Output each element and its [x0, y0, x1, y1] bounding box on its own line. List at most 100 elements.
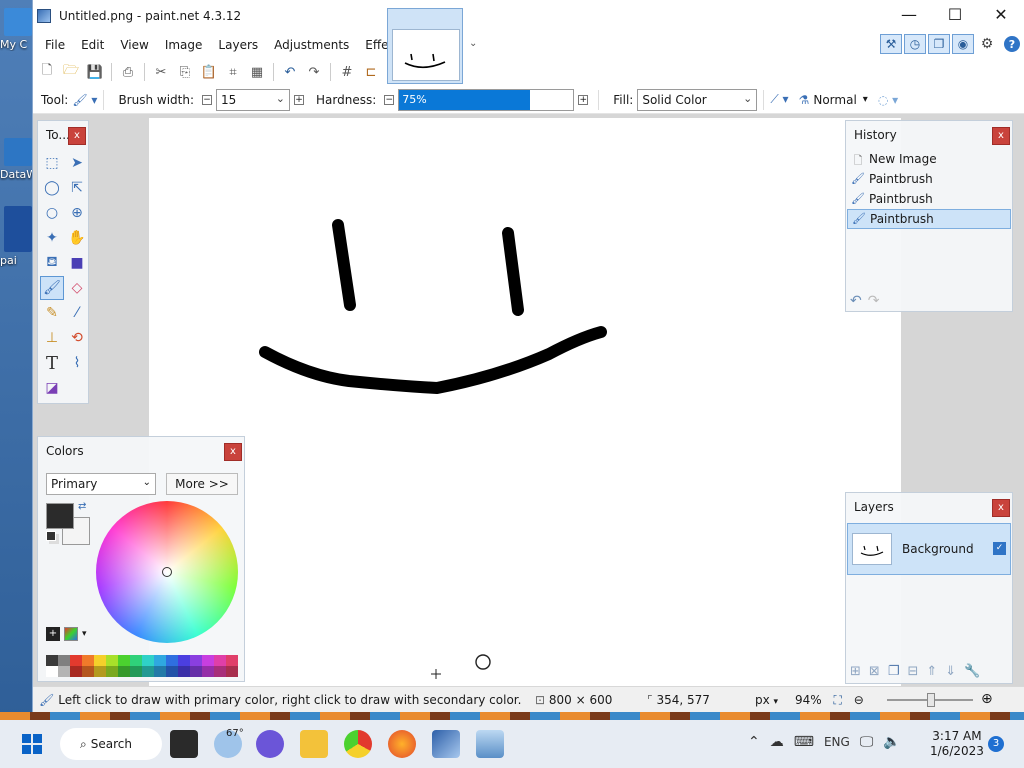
help-icon[interactable]: ?	[1004, 36, 1020, 52]
palette-swatch[interactable]	[118, 666, 130, 677]
move-layer-up-icon[interactable]: ⇑	[926, 664, 937, 679]
desktop-icon-dataw[interactable]: DataW	[0, 138, 36, 181]
palette-swatch[interactable]	[142, 655, 154, 666]
color-mode-combobox[interactable]: Primary ⌄	[46, 473, 156, 495]
photos-app-icon[interactable]	[476, 730, 504, 758]
shapes-tool-icon[interactable]: ◪	[40, 376, 64, 400]
settings-gear-icon[interactable]: ⚙	[976, 34, 998, 54]
palette-swatch[interactable]	[46, 655, 58, 666]
menu-view[interactable]: View	[112, 32, 156, 58]
palette-menu-chevron-icon[interactable]: ▾	[82, 629, 87, 639]
firefox-icon[interactable]	[388, 730, 416, 758]
paintnet-taskbar-icon[interactable]	[432, 730, 460, 758]
hardness-slider[interactable]: 75%	[398, 88, 575, 111]
palette-swatch[interactable]	[226, 655, 238, 666]
gradient-tool-icon[interactable]: ■	[65, 251, 89, 275]
paint-bucket-tool-icon[interactable]: ⛾	[40, 251, 64, 275]
fill-combobox[interactable]: Solid Color ⌄	[637, 88, 758, 111]
palette-swatch[interactable]	[94, 655, 106, 666]
colors-panel-close-button[interactable]: x	[224, 443, 242, 461]
brush-width-combobox[interactable]: 15 ⌄	[216, 88, 290, 111]
brush-width-decrease-icon[interactable]: −	[202, 94, 212, 105]
eraser-tool-icon[interactable]: ◇	[65, 276, 89, 300]
undo-icon[interactable]: ↶	[280, 62, 300, 82]
palette-swatch[interactable]	[178, 666, 190, 677]
grid-icon[interactable]: #	[337, 62, 357, 82]
recolor-tool-icon[interactable]: ⟲	[65, 326, 89, 350]
blend-mode-value[interactable]: Normal	[813, 93, 856, 107]
paste-icon[interactable]: 📋	[199, 62, 219, 82]
palette-menu-icon[interactable]	[64, 627, 78, 641]
magic-wand-tool-icon[interactable]: ✦	[40, 226, 64, 250]
brush-width-increase-icon[interactable]: +	[294, 94, 304, 105]
maximize-button[interactable]: ☐	[932, 0, 978, 32]
palette-swatch[interactable]	[166, 666, 178, 677]
zoom-out-icon[interactable]: ⊖	[854, 693, 864, 707]
palette-swatch[interactable]	[130, 655, 142, 666]
color-palette[interactable]	[46, 655, 238, 677]
palette-swatch[interactable]	[190, 655, 202, 666]
palette-swatch[interactable]	[106, 655, 118, 666]
menu-edit[interactable]: Edit	[73, 32, 112, 58]
taskbar-search[interactable]: ⌕ Search	[60, 728, 162, 760]
palette-swatch[interactable]	[154, 666, 166, 677]
ruler-icon[interactable]: ⊏	[361, 62, 381, 82]
delete-layer-icon[interactable]: ⊠	[869, 664, 880, 679]
paintbrush-tool-icon[interactable]: 🖌	[40, 276, 64, 300]
palette-swatch[interactable]	[226, 666, 238, 677]
text-tool-icon[interactable]: T	[40, 351, 64, 375]
redo-icon[interactable]: ↷	[304, 62, 324, 82]
crop-icon[interactable]: ⌗	[223, 62, 243, 82]
history-item-new-image[interactable]: 🗋 New Image	[847, 149, 1011, 169]
history-item-paintbrush[interactable]: 🖌 Paintbrush	[847, 169, 1011, 189]
menu-layers[interactable]: Layers	[210, 32, 266, 58]
palette-swatch[interactable]	[106, 666, 118, 677]
history-undo-icon[interactable]: ↶	[850, 293, 862, 309]
zoom-slider[interactable]	[887, 693, 973, 707]
move-selection-tool-icon[interactable]: ⇱	[65, 176, 89, 200]
menu-image[interactable]: Image	[157, 32, 211, 58]
history-redo-icon[interactable]: ↷	[868, 293, 880, 309]
color-picker-tool-icon[interactable]: ⁄	[65, 301, 89, 325]
color-wheel-selector[interactable]	[162, 567, 172, 577]
onedrive-icon[interactable]: ☁	[770, 734, 784, 750]
desktop-icon-my-computer[interactable]: My C	[0, 8, 36, 51]
palette-swatch[interactable]	[46, 666, 58, 677]
palette-swatch[interactable]	[94, 666, 106, 677]
rectangle-select-tool-icon[interactable]: ⬚	[40, 151, 64, 175]
show-hidden-icons-chevron-up-icon[interactable]: ⌃	[748, 734, 760, 750]
minimize-button[interactable]: —	[886, 0, 932, 32]
layers-window-toggle-icon[interactable]: ❐	[928, 34, 950, 54]
close-button[interactable]: ✕	[978, 0, 1024, 32]
palette-swatch[interactable]	[166, 655, 178, 666]
palette-swatch[interactable]	[82, 666, 94, 677]
hardness-increase-icon[interactable]: +	[578, 94, 589, 105]
notification-badge[interactable]: 3	[988, 736, 1004, 752]
task-view-icon[interactable]	[170, 730, 198, 758]
palette-swatch[interactable]	[70, 655, 82, 666]
move-layer-down-icon[interactable]: ⇓	[945, 664, 956, 679]
blend-mode-chevron-icon[interactable]: ▾	[863, 94, 868, 105]
copy-icon[interactable]: ⎘	[175, 62, 195, 82]
merge-layer-down-icon[interactable]: ⊟	[907, 664, 918, 679]
palette-swatch[interactable]	[154, 655, 166, 666]
zoom-slider-thumb[interactable]	[927, 693, 935, 707]
menu-adjustments[interactable]: Adjustments	[266, 32, 357, 58]
tools-window-toggle-icon[interactable]: ⚒	[880, 34, 902, 54]
teams-chat-icon[interactable]	[256, 730, 284, 758]
add-to-palette-icon[interactable]: +	[46, 627, 60, 641]
palette-swatch[interactable]	[82, 655, 94, 666]
chrome-icon[interactable]	[344, 730, 372, 758]
title-bar[interactable]: Untitled.png - paint.net 4.3.12 — ☐ ✕	[33, 0, 1024, 32]
network-icon[interactable]: 🖵	[860, 734, 874, 750]
new-file-icon[interactable]: 🗋	[37, 62, 57, 82]
desktop-icon-paint[interactable]: pai	[0, 206, 36, 267]
tools-panel-close-button[interactable]: x	[68, 127, 86, 145]
language-indicator[interactable]: ENG	[824, 735, 850, 749]
pan-tool-icon[interactable]: ✋	[65, 226, 89, 250]
palette-swatch[interactable]	[58, 666, 70, 677]
history-item-paintbrush[interactable]: 🖌 Paintbrush	[847, 189, 1011, 209]
colors-window-toggle-icon[interactable]: ◉	[952, 34, 974, 54]
palette-swatch[interactable]	[202, 655, 214, 666]
primary-color-swatch[interactable]	[46, 503, 74, 529]
